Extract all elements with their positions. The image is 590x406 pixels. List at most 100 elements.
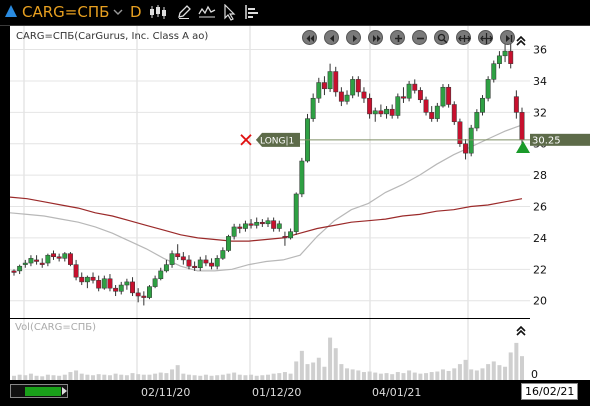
volume-bar — [514, 342, 519, 380]
volume-bar — [384, 373, 389, 380]
candle-body — [197, 259, 203, 269]
volume-bar — [440, 369, 445, 380]
scrollbar-thumb[interactable] — [25, 387, 61, 396]
price-chart-panel[interactable]: LONG|1 CARG=СПБ(CarGurus, Inc. Class A а… — [10, 26, 530, 318]
scroll-to-end-button[interactable] — [368, 30, 383, 45]
order-label: LONG|1 — [260, 136, 294, 146]
volume-panel[interactable]: Vol(CARG=СПБ) — [10, 319, 530, 380]
volume-bar — [175, 365, 180, 380]
candle-body — [237, 226, 243, 229]
volume-bar — [345, 368, 350, 380]
candle-body — [118, 284, 124, 292]
chevron-down-icon[interactable] — [112, 4, 124, 23]
order-book-icon[interactable] — [244, 4, 260, 24]
volume-bar — [299, 350, 304, 380]
volume-bar — [350, 369, 355, 380]
volume-bar — [429, 372, 434, 380]
candle-body — [457, 121, 463, 144]
y-tick-label: 32 — [533, 106, 547, 119]
y-tick-label: 26 — [533, 201, 547, 214]
candle-body — [67, 253, 73, 265]
candle-body — [163, 264, 169, 272]
y-tick-label: 34 — [533, 75, 547, 88]
buy-arrow-icon — [516, 140, 530, 153]
zoom-in-button[interactable] — [390, 30, 405, 45]
volume-bar — [503, 366, 508, 380]
volume-bar — [424, 373, 429, 380]
volume-bar — [339, 364, 344, 380]
scroll-right-button[interactable] — [346, 30, 361, 45]
zoom-out-button[interactable] — [412, 30, 427, 45]
candle-body — [327, 71, 333, 90]
candle-body — [480, 97, 485, 113]
candle-body — [141, 295, 147, 298]
volume-bar — [520, 356, 524, 380]
candle-body — [446, 86, 452, 105]
cursor-arrow-icon[interactable] — [223, 3, 237, 25]
candle-body — [474, 112, 480, 129]
volume-bar — [457, 364, 462, 380]
candle-body — [248, 223, 254, 226]
price-chart[interactable]: LONG|1 CARG=СПБ(CarGurus, Inc. Class A а… — [10, 26, 530, 318]
volume-bar — [322, 366, 327, 380]
grid — [23, 26, 469, 318]
volume-bar — [232, 372, 237, 380]
order-tag[interactable]: LONG|1 — [256, 132, 300, 147]
symbol-selector[interactable]: CARG=СПБ — [22, 3, 109, 21]
volume-chart: Vol(CARG=СПБ) — [12, 319, 524, 380]
y-tick-label: 22 — [533, 263, 547, 276]
candle-body — [265, 220, 271, 225]
candle-body — [192, 265, 198, 269]
volume-bar — [158, 372, 163, 380]
scroll-to-start-button[interactable] — [302, 30, 317, 45]
candle-body — [45, 254, 51, 264]
volume-bar — [282, 372, 287, 380]
time-scrollbar[interactable] — [10, 384, 68, 398]
candle-body — [367, 97, 373, 115]
candle-body — [276, 223, 282, 229]
volume-bar — [508, 352, 513, 380]
candle-body — [491, 63, 497, 80]
candle-body — [434, 105, 440, 119]
candle-body — [502, 50, 508, 57]
candle-body — [254, 221, 260, 226]
candle-body — [124, 281, 130, 286]
pencil-icon[interactable] — [176, 4, 192, 24]
scroll-left-button[interactable] — [324, 30, 339, 45]
candle-body — [28, 258, 34, 264]
volume-bar — [328, 337, 333, 380]
volume-bar — [373, 372, 378, 380]
chart-toolbar: CARG=СПБ D — [0, 0, 590, 26]
candle-body — [113, 287, 119, 292]
candlestick-type-icon[interactable] — [149, 4, 169, 24]
volume-bar — [446, 370, 451, 380]
candle-body — [361, 91, 367, 99]
zoom-reset-icon[interactable] — [434, 30, 449, 45]
fit-horizontal-button[interactable] — [456, 30, 471, 45]
collapse-volume-icon[interactable] — [516, 322, 526, 341]
collapse-panel-icon[interactable] — [516, 32, 526, 51]
x-tick-label: 01/12/20 — [252, 386, 302, 399]
candle-body — [242, 223, 248, 229]
candle-body — [485, 79, 491, 99]
candle-body — [158, 270, 164, 280]
jump-to-last-button[interactable] — [500, 30, 515, 45]
expand-triangle-icon[interactable] — [5, 5, 17, 17]
candle-body — [513, 96, 519, 113]
candle-body — [412, 83, 418, 91]
candle-body — [51, 253, 56, 258]
volume-bar — [401, 373, 406, 380]
sma-long-line — [10, 196, 523, 242]
volume-bars — [12, 337, 524, 380]
time-axis[interactable]: 02/11/20 01/12/20 04/01/21 16/02/21 — [10, 380, 590, 406]
fit-all-button[interactable] — [478, 30, 493, 45]
scroll-right-arrow-icon[interactable] — [62, 387, 67, 395]
indicators-icon[interactable] — [198, 4, 216, 24]
x-tick-label: 02/11/20 — [141, 386, 191, 399]
price-tick-labels: 202224262830323436 — [533, 44, 547, 308]
chart-title: CARG=СПБ(CarGurus, Inc. Class A ао) — [16, 31, 208, 42]
volume-bar — [452, 368, 457, 380]
price-axis[interactable]: 202224262830323436 30.25 0 — [516, 26, 590, 380]
period-selector[interactable]: D — [130, 3, 142, 21]
candle-body — [372, 110, 378, 115]
